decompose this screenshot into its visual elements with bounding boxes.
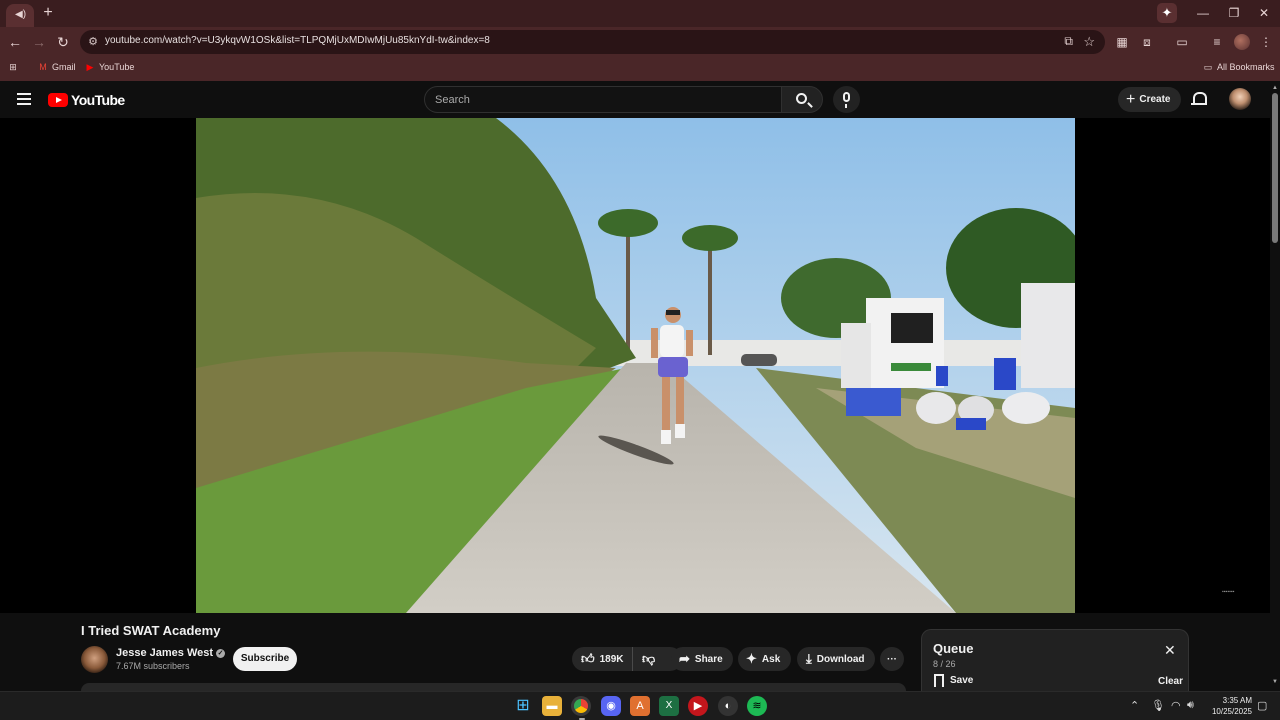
queue-panel: Queue 8 / 26 ✕ Save Clear [921, 629, 1189, 691]
bookmark-gmail[interactable]: M Gmail [38, 62, 75, 72]
create-button[interactable]: + Create [1118, 87, 1181, 112]
side-panel-icon[interactable]: ▭ [1174, 34, 1190, 50]
tray-overflow-icon[interactable]: ⌃ [1130, 699, 1139, 712]
browser-toolbar: ← → ↻ ⚙ youtube.com/watch?v=U3ykqvW1OSk&… [0, 27, 1280, 58]
search-input[interactable] [435, 92, 765, 108]
profile-avatar-icon[interactable] [1234, 34, 1250, 50]
user-avatar[interactable] [1229, 88, 1251, 110]
site-info-icon[interactable]: ⚙ [86, 35, 100, 49]
search-icon [796, 93, 807, 104]
bookmark-star-icon[interactable]: ☆ [1083, 34, 1095, 50]
more-icon: ··· [887, 653, 897, 665]
youtube-logo[interactable]: YouTube [48, 92, 125, 108]
browser-tab-active[interactable]: ◀) [6, 4, 34, 27]
queue-close-icon[interactable]: ✕ [1164, 643, 1176, 657]
like-dislike-group: 👍︎ 189K 👎︎ [572, 647, 682, 671]
back-icon[interactable]: ← [7, 34, 23, 50]
download-icon: ⤓ [806, 651, 812, 666]
queue-title: Queue [933, 641, 974, 656]
install-app-icon[interactable]: ⧉ [1064, 34, 1073, 49]
gemini-icon[interactable]: ✦ [1157, 3, 1177, 23]
sparkle-icon: ✦ [746, 651, 757, 666]
dislike-button[interactable]: 👎︎ [633, 651, 655, 667]
download-button[interactable]: ⤓ Download [797, 647, 875, 671]
hamburger-menu-icon[interactable] [17, 93, 31, 105]
spotify-icon[interactable]: ≋ [747, 696, 767, 716]
page-scrollbar[interactable]: ▲ ▼ [1270, 81, 1280, 691]
restore-icon[interactable]: ❐ [1227, 6, 1241, 20]
notifications-bell-icon[interactable] [1191, 92, 1207, 107]
search-box [424, 86, 782, 113]
address-bar[interactable]: ⚙ youtube.com/watch?v=U3ykqvW1OSk&list=T… [80, 30, 1105, 54]
url-text[interactable]: youtube.com/watch?v=U3ykqvW1OSk&list=TLP… [105, 35, 490, 46]
chrome-icon[interactable] [571, 696, 591, 716]
bookmark-icon [934, 674, 944, 687]
media-control-icon[interactable]: ≡ [1209, 34, 1225, 50]
plus-icon: + [1126, 90, 1136, 108]
file-explorer-icon[interactable]: ▬ [542, 696, 562, 716]
new-tab-button[interactable]: + [40, 5, 56, 21]
forward-icon[interactable]: → [31, 34, 47, 50]
all-bookmarks[interactable]: ▭ All Bookmarks [1203, 62, 1275, 72]
youtube-music-icon[interactable]: ▶ [688, 696, 708, 716]
scroll-down-icon[interactable]: ▼ [1272, 679, 1278, 685]
puzzle-icon[interactable]: ⧈ [1139, 34, 1155, 50]
video-frame [196, 118, 1075, 613]
microphone-icon [843, 92, 850, 108]
youtube-icon: ▶ [86, 62, 94, 72]
app-icon-circle[interactable]: ◐ [718, 696, 738, 716]
menu-kebab-icon[interactable]: ⋮ [1258, 34, 1274, 50]
queue-save-button[interactable]: Save [934, 674, 973, 687]
extension-icon[interactable]: ▦ [1114, 34, 1130, 50]
gmail-icon: M [39, 62, 47, 72]
subscriber-count: 7.67M subscribers [116, 661, 190, 671]
queue-clear-button[interactable]: Clear [1158, 676, 1183, 687]
share-icon: ➦ [679, 651, 690, 666]
scroll-thumb[interactable] [1272, 93, 1278, 243]
reload-icon[interactable]: ↻ [55, 34, 71, 50]
queue-count: 8 / 26 [933, 659, 956, 669]
browser-tab-strip: ◀) + ✦ — ❐ ✕ [0, 0, 1280, 27]
ask-button[interactable]: ✦ Ask [738, 647, 791, 671]
wifi-icon[interactable]: ◠ [1171, 699, 1181, 712]
minimize-icon[interactable]: — [1196, 6, 1210, 20]
video-player[interactable] [196, 118, 1075, 613]
speaker-icon: ◀) [15, 9, 27, 20]
discord-icon[interactable]: ◉ [601, 696, 621, 716]
excel-icon[interactable]: X [659, 696, 679, 716]
apps-grid-icon[interactable]: ⊞ [8, 62, 18, 72]
thumbs-down-icon: 👎︎ [642, 651, 656, 666]
thumbs-up-icon: 👍︎ [581, 651, 595, 666]
channel-name[interactable]: Jesse James West ✓ [116, 647, 226, 659]
scroll-up-icon[interactable]: ▲ [1272, 85, 1278, 91]
microphone-tray-icon[interactable]: 🎙︎ [1151, 699, 1165, 712]
voice-search-button[interactable] [833, 86, 860, 113]
video-watermark: ▪▪▪▪▪▪▪ [1222, 589, 1235, 595]
windows-taskbar: ⊞ ▬ ◉ A X ▶ ◐ ≋ ⌃ 🎙︎ ◠ 🔊︎ 3:35 AM 10/25/… [0, 691, 1280, 720]
system-clock[interactable]: 3:35 AM 10/25/2025 [1206, 695, 1252, 717]
share-button[interactable]: ➦ Share [671, 647, 733, 671]
subscribe-button[interactable]: Subscribe [233, 647, 297, 671]
close-window-icon[interactable]: ✕ [1257, 6, 1271, 20]
more-actions-button[interactable]: ··· [880, 647, 904, 671]
folder-icon: ▭ [1203, 62, 1213, 72]
description-box[interactable] [81, 683, 906, 691]
windows-start-icon[interactable]: ⊞ [513, 696, 533, 716]
app-icon-orange[interactable]: A [630, 696, 650, 716]
search-button[interactable] [781, 86, 823, 113]
bookmark-youtube[interactable]: ▶ YouTube [85, 62, 135, 72]
volume-icon[interactable]: 🔊︎ [1187, 699, 1194, 712]
verified-icon: ✓ [216, 648, 226, 658]
channel-avatar[interactable] [81, 646, 108, 673]
like-button[interactable]: 👍︎ 189K [572, 647, 633, 671]
notification-center-icon[interactable]: ▢ [1257, 699, 1267, 712]
video-title: I Tried SWAT Academy [81, 623, 221, 638]
youtube-masthead: YouTube + Create [0, 81, 1280, 118]
bookmarks-bar: ⊞ M Gmail ▶ YouTube ▭ All Bookmarks [0, 58, 1280, 81]
youtube-play-icon [48, 93, 68, 107]
